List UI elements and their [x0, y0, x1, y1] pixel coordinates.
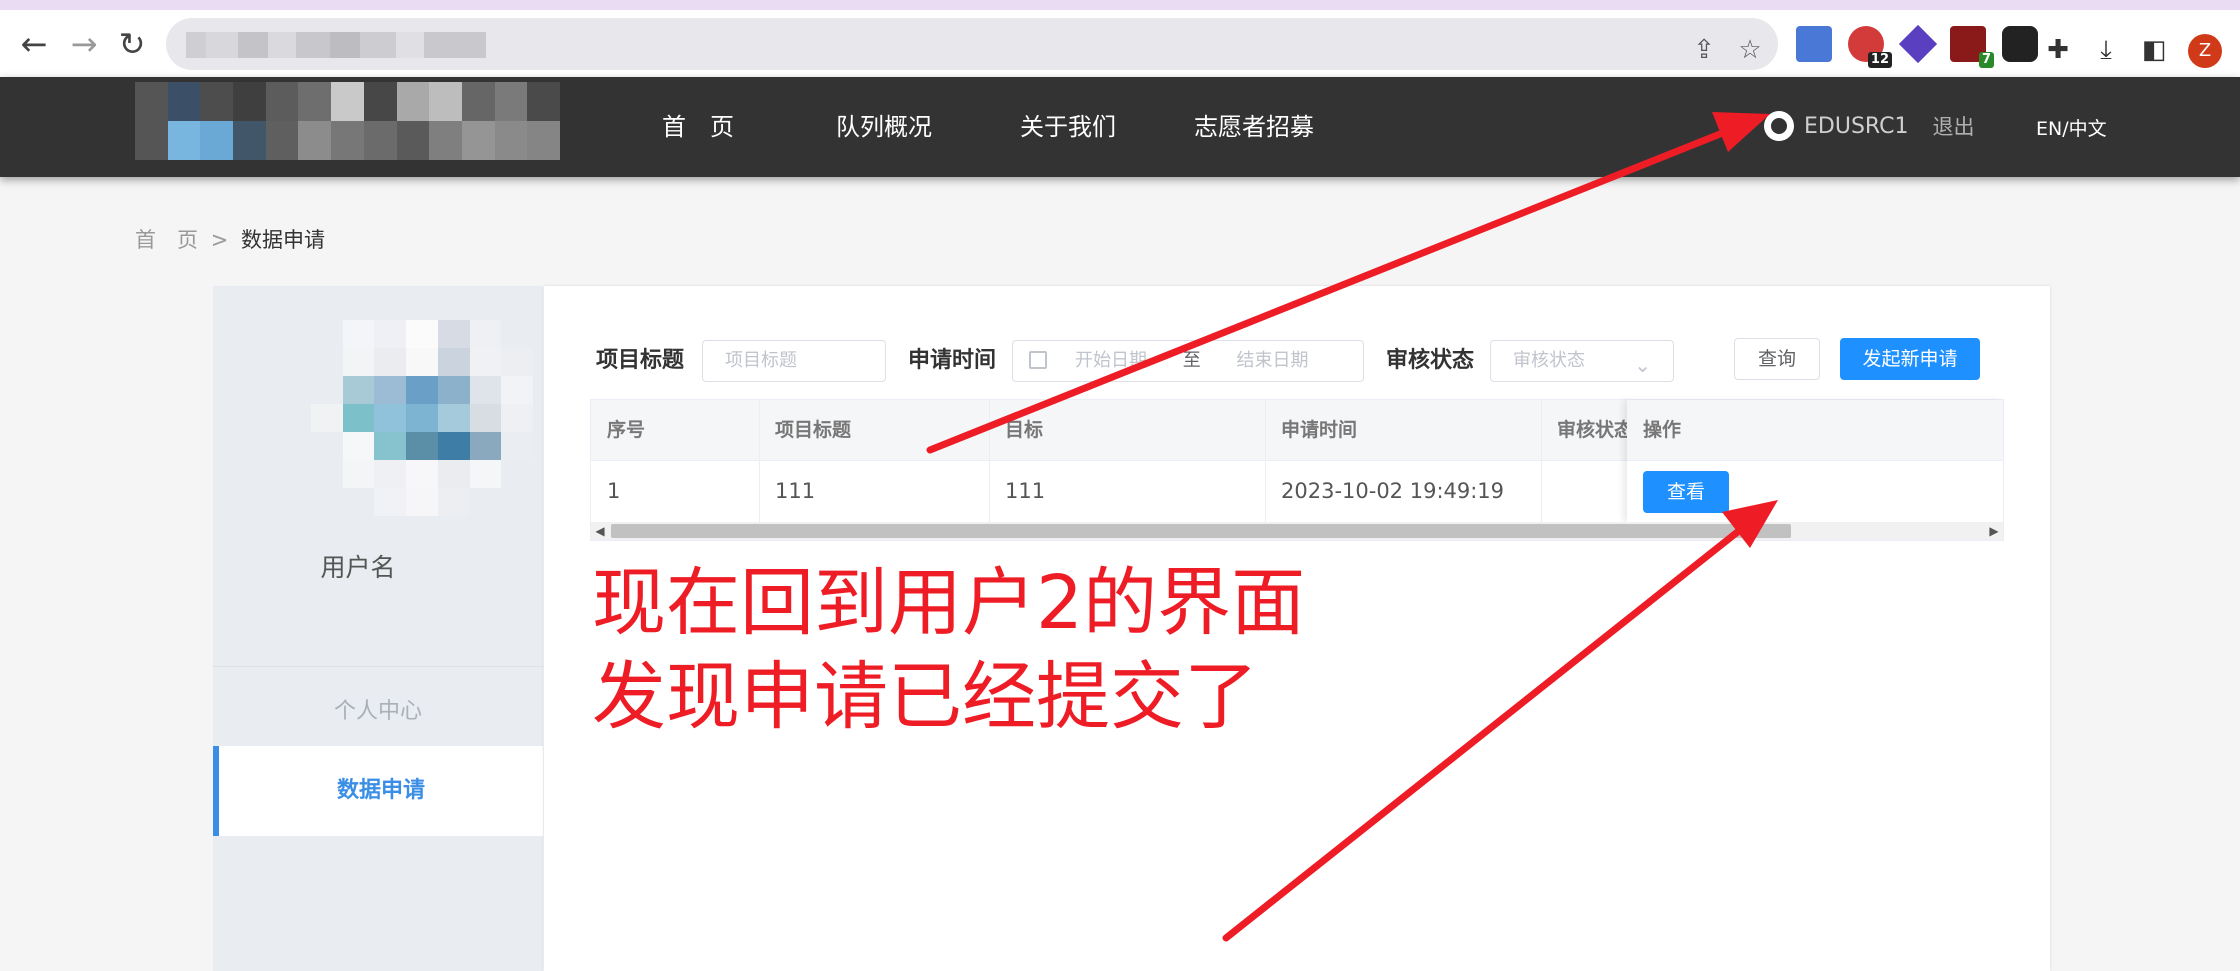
- nav-volunteer[interactable]: 志愿者招募: [1194, 111, 1314, 143]
- action-column: 操作 查看: [1627, 400, 2003, 522]
- view-button[interactable]: 查看: [1643, 471, 1729, 513]
- breadcrumb-home[interactable]: 首 页: [135, 228, 198, 252]
- scrollbar-thumb[interactable]: [611, 524, 1791, 538]
- status-filter-label: 审核状态: [1386, 348, 1475, 373]
- column-header-action: 操作: [1627, 400, 2003, 461]
- logout-link[interactable]: 退出: [1932, 111, 1974, 141]
- time-filter-label: 申请时间: [908, 348, 997, 373]
- side-panel-icon[interactable]: ◧: [2136, 32, 2172, 68]
- arrow-left-icon[interactable]: ←: [14, 24, 54, 64]
- column-header-title: 项目标题: [775, 419, 852, 441]
- query-button[interactable]: 查询: [1734, 338, 1820, 380]
- annotation-line-2: 发现申请已经提交了: [592, 654, 1258, 740]
- site-logo[interactable]: [135, 82, 560, 160]
- title-filter-label: 项目标题: [596, 348, 685, 373]
- avatar: [311, 320, 533, 516]
- calendar-icon: [1029, 351, 1047, 369]
- breadcrumb-separator: >: [210, 228, 229, 252]
- extension-icon[interactable]: [2002, 26, 2038, 62]
- sidebar-username: 用户名: [320, 553, 396, 582]
- new-request-button[interactable]: 发起新申请: [1840, 338, 1980, 380]
- column-header-target: 目标: [1005, 419, 1044, 441]
- share-icon[interactable]: ⇪: [1686, 32, 1722, 68]
- date-range-picker[interactable]: 开始日期 至 结束日期: [1012, 340, 1364, 382]
- start-date-input[interactable]: 开始日期: [1075, 350, 1147, 371]
- column-header-index: 序号: [607, 419, 646, 441]
- breadcrumb-current: 数据申请: [240, 228, 325, 252]
- sidebar-item-data-request[interactable]: 数据申请: [213, 746, 543, 836]
- end-date-input[interactable]: 结束日期: [1236, 350, 1308, 371]
- puzzle-icon[interactable]: ✚: [2040, 32, 2076, 68]
- reload-icon[interactable]: ↻: [112, 24, 152, 64]
- cell-target: 111: [1005, 479, 1046, 503]
- status-select[interactable]: 审核状态 ⌄: [1490, 340, 1674, 382]
- blurred-url: [186, 32, 486, 58]
- horizontal-scrollbar[interactable]: ◀ ▶: [591, 522, 2003, 540]
- download-icon[interactable]: ⤓: [2088, 32, 2124, 68]
- breadcrumb: 首 页 > 数据申请: [135, 224, 325, 254]
- cell-time: 2023-10-02 19:49:19: [1281, 479, 1505, 503]
- annotation-line-1: 现在回到用户2的界面: [592, 560, 1306, 646]
- cell-status: [1541, 461, 1631, 521]
- user-area: EDUSRC1 退出: [1764, 110, 1974, 142]
- cell-title: 111: [775, 479, 816, 503]
- profile-avatar[interactable]: Z: [2188, 34, 2222, 68]
- site-header: 首 页 队列概况 关于我们 志愿者招募 EDUSRC1 退出 EN/中文: [0, 77, 2240, 177]
- nav-home[interactable]: 首 页: [662, 111, 734, 143]
- scroll-right-icon[interactable]: ▶: [1985, 522, 2003, 540]
- column-header-time: 申请时间: [1281, 419, 1358, 441]
- chevron-down-icon: ⌄: [1634, 353, 1651, 377]
- column-header-status: 审核状态: [1557, 419, 1631, 441]
- status-select-placeholder: 审核状态: [1513, 350, 1585, 371]
- sidebar-item-personal-center[interactable]: 个人中心: [213, 666, 543, 756]
- star-icon[interactable]: ☆: [1732, 32, 1768, 68]
- address-bar[interactable]: ⇪ ☆: [166, 18, 1778, 70]
- annotation-text: 现在回到用户2的界面 发现申请已经提交了: [592, 556, 1305, 744]
- extension-icon[interactable]: 12: [1848, 26, 1892, 68]
- arrow-right-icon[interactable]: →: [64, 24, 104, 64]
- user-sidebar: 用户名 个人中心 数据申请: [213, 286, 543, 971]
- user-icon: [1764, 111, 1794, 141]
- browser-toolbar: ← → ↻ ⇪ ☆ 12 8 7 ✚ ⤓ ◧ Z: [0, 0, 2240, 77]
- translate-extension-icon[interactable]: [1796, 26, 1832, 62]
- extension-icon[interactable]: 7: [1950, 26, 1994, 68]
- nav-about-us[interactable]: 关于我们: [1020, 111, 1116, 143]
- range-separator: 至: [1182, 350, 1201, 371]
- scroll-left-icon[interactable]: ◀: [591, 522, 609, 540]
- cell-index: 1: [607, 479, 621, 503]
- title-filter-input[interactable]: 项目标题: [702, 340, 886, 382]
- extension-icon[interactable]: [1898, 24, 1938, 64]
- request-table: 序号 项目标题 目标 申请时间 审核状态 1 111 111 2023-10-0…: [590, 399, 2004, 541]
- nav-queue-overview[interactable]: 队列概况: [836, 111, 932, 143]
- current-username[interactable]: EDUSRC1: [1804, 114, 1908, 139]
- language-switch[interactable]: EN/中文: [2036, 114, 2107, 141]
